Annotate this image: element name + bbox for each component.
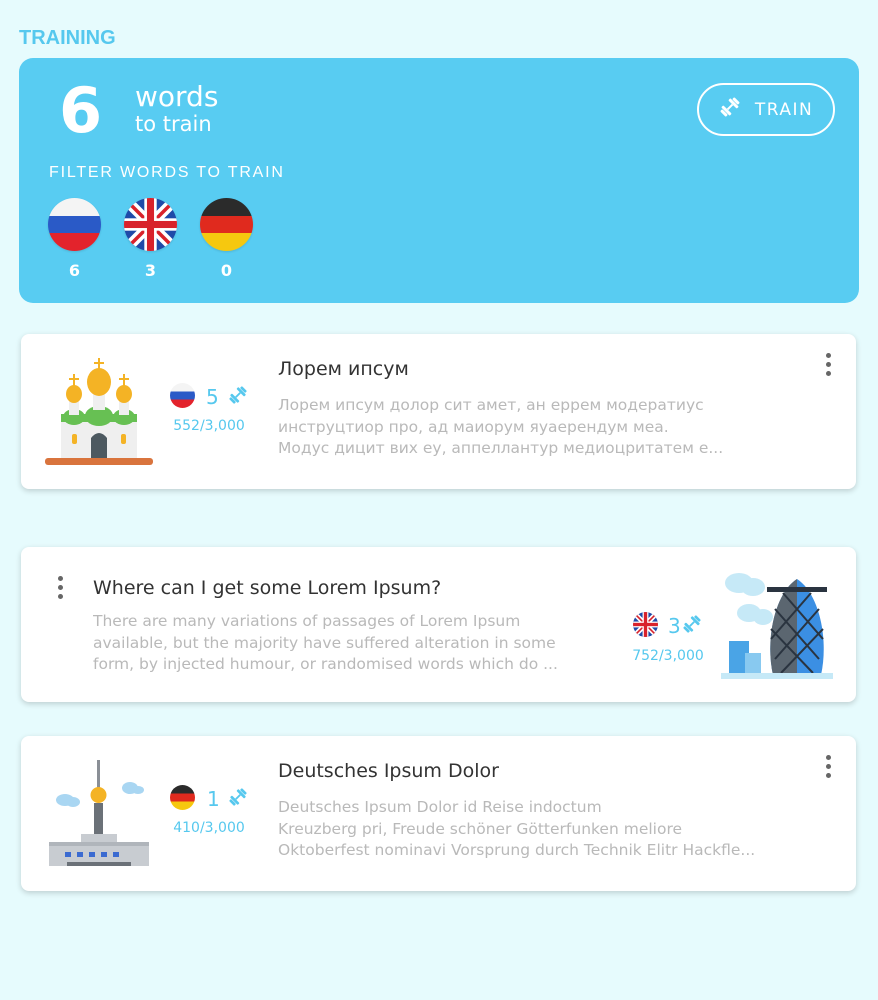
section-title: TRAINING xyxy=(19,27,116,49)
dumbbell-icon xyxy=(228,385,248,409)
word-card[interactable]: 5 552/3,000 Лорем ипсум Лорем ипсум доло… xyxy=(21,334,856,489)
word-card[interactable]: 1 410/3,000 Deutsches Ipsum Dolor Deutsc… xyxy=(21,736,856,891)
card-description: There are many variations of passages of… xyxy=(93,612,558,673)
filter-label: FILTER WORDS TO TRAIN xyxy=(49,164,285,181)
train-button[interactable]: TRAIN xyxy=(697,83,835,136)
flag-germany-filter[interactable] xyxy=(200,198,253,251)
card-title: Deutsches Ipsum Dolor xyxy=(278,760,499,782)
progress-text: 752/3,000 xyxy=(632,648,704,664)
dumbbell-icon xyxy=(719,96,741,123)
card-description: Лорем ипсум долор сит амет, ан еррем мод… xyxy=(278,396,724,457)
train-button-label: TRAIN xyxy=(754,99,814,120)
card-description: Deutsches Ipsum Dolor id Reise indoctum … xyxy=(278,798,756,859)
training-count: 3 xyxy=(668,614,681,638)
flag-russia-count: 6 xyxy=(68,261,81,280)
words-label: words xyxy=(135,80,219,113)
training-count: 1 xyxy=(207,787,220,811)
card-title: Лорем ипсум xyxy=(278,358,409,380)
flag-germany-icon xyxy=(170,785,195,810)
flag-uk-icon xyxy=(633,612,658,637)
church-icon xyxy=(43,354,155,473)
card-title: Where can I get some Lorem Ipsum? xyxy=(93,577,442,599)
tv-tower-icon xyxy=(45,760,153,872)
more-options-icon[interactable] xyxy=(821,353,835,379)
dumbbell-icon xyxy=(228,787,248,811)
progress-text: 410/3,000 xyxy=(173,820,245,836)
words-sublabel: to train xyxy=(135,112,212,136)
more-options-icon[interactable] xyxy=(821,755,835,781)
flag-uk-count: 3 xyxy=(144,261,157,280)
flag-russia-icon xyxy=(170,383,195,408)
more-options-icon[interactable] xyxy=(53,576,67,602)
flag-uk-filter[interactable] xyxy=(124,198,177,251)
word-card[interactable]: Where can I get some Lorem Ipsum? There … xyxy=(21,547,856,702)
flag-germany-count: 0 xyxy=(220,261,233,280)
flag-russia-filter[interactable] xyxy=(48,198,101,251)
words-count: 6 xyxy=(59,74,103,147)
progress-text: 552/3,000 xyxy=(173,418,245,434)
dumbbell-icon xyxy=(682,614,702,638)
gherkin-tower-icon xyxy=(721,569,836,685)
training-card: 6 words to train TRAIN FILTER WORDS TO T… xyxy=(19,58,859,303)
training-count: 5 xyxy=(206,385,219,409)
